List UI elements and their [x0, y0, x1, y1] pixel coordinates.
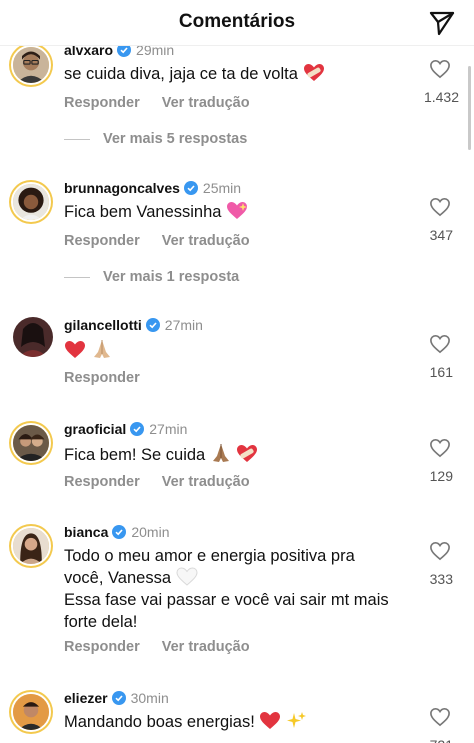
timestamp: 30min	[130, 690, 169, 706]
timestamp: 27min	[149, 421, 188, 437]
avatar[interactable]	[13, 317, 53, 357]
verified-badge-icon	[130, 422, 145, 436]
translate-button[interactable]: Ver tradução	[162, 474, 250, 490]
scrollbar[interactable]	[468, 66, 471, 150]
verified-badge-icon	[111, 691, 126, 705]
reply-button[interactable]: Responder	[64, 370, 140, 386]
heart-icon[interactable]	[429, 334, 451, 354]
heart-icon[interactable]	[429, 197, 451, 217]
red-heart-icon	[260, 712, 281, 729]
avatar[interactable]	[9, 690, 53, 734]
pray-icon	[93, 340, 110, 358]
avatar[interactable]	[9, 421, 53, 465]
verified-badge-icon	[112, 525, 127, 539]
username[interactable]: graoficial	[64, 421, 126, 437]
heart-icon[interactable]	[429, 438, 451, 458]
timestamp: 27min	[164, 317, 203, 333]
timestamp: 20min	[131, 524, 170, 540]
reply-button[interactable]: Responder	[64, 95, 140, 111]
white-heart-icon	[176, 567, 198, 586]
comment-text: se cuida diva, jaja ce ta de volta	[64, 63, 325, 85]
verified-badge-icon	[145, 318, 160, 332]
comment-text: Mandando boas energias!	[64, 711, 308, 733]
pray-icon	[212, 444, 229, 462]
translate-button[interactable]: Ver tradução	[162, 95, 250, 111]
view-more-replies[interactable]: Ver mais 5 respostas	[64, 131, 247, 147]
heart-bandage-icon	[237, 445, 258, 462]
like-count: 333	[429, 571, 453, 587]
translate-button[interactable]: Ver tradução	[162, 233, 250, 249]
username[interactable]: eliezer	[64, 690, 108, 706]
comment-text	[64, 338, 113, 362]
like-count: 1.432	[423, 89, 459, 105]
red-heart-icon	[65, 341, 85, 358]
translate-button[interactable]: Ver tradução	[162, 639, 250, 655]
avatar[interactable]	[9, 524, 53, 568]
reply-button[interactable]: Responder	[64, 474, 140, 490]
comment-text: Todo o meu amor e energia positiva pra v…	[64, 547, 389, 631]
like-count: 161	[429, 364, 453, 380]
username[interactable]: gilancellotti	[64, 317, 142, 333]
comment-text: Fica bem Vanessinha	[64, 201, 248, 223]
header-bar: Comentários	[0, 0, 474, 46]
like-count: 129	[429, 468, 453, 484]
timestamp: 25min	[202, 180, 242, 196]
avatar[interactable]	[9, 43, 53, 87]
verified-badge-icon	[183, 181, 198, 195]
avatar[interactable]	[9, 180, 53, 224]
reply-button[interactable]: Responder	[64, 233, 140, 249]
heart-icon[interactable]	[429, 59, 451, 79]
like-count: 347	[429, 227, 453, 243]
username[interactable]: bianca	[64, 524, 108, 540]
comment-text: Fica bem! Se cuida	[64, 442, 258, 466]
heart-icon[interactable]	[429, 541, 451, 561]
sparkles-icon	[287, 712, 306, 728]
username[interactable]: brunnagoncalves	[64, 180, 180, 196]
send-icon[interactable]	[428, 9, 456, 37]
reply-button[interactable]: Responder	[64, 639, 140, 655]
page-title: Comentários	[178, 11, 296, 32]
header-divider	[0, 45, 474, 46]
sparkling-heart-icon	[227, 202, 248, 219]
heart-bandage-icon	[303, 64, 324, 81]
heart-icon[interactable]	[429, 707, 451, 727]
view-more-replies[interactable]: Ver mais 1 resposta	[64, 269, 239, 285]
like-count: 721	[393, 737, 453, 743]
